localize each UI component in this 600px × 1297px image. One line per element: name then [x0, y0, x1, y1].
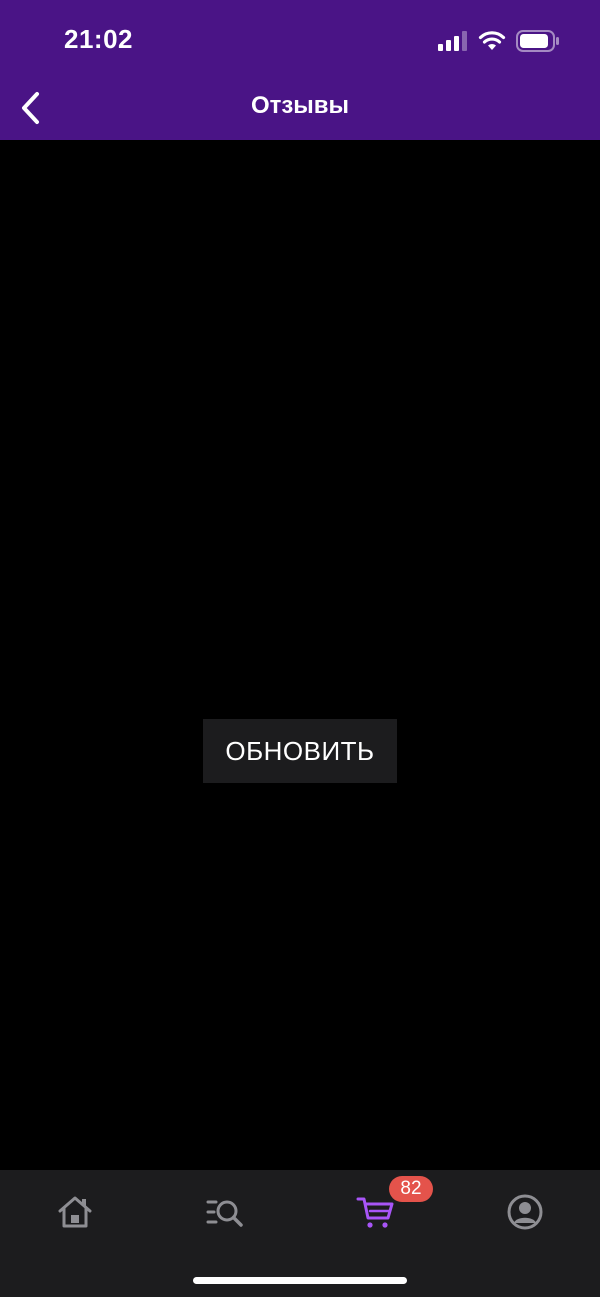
tab-bar: 82 [0, 1170, 600, 1297]
signal-icon [438, 31, 467, 51]
page-title: Отзывы [250, 92, 350, 119]
reviews-screen: 21:02 Отзывы ОБНОВИТЬ 82 [0, 0, 600, 1297]
wifi-icon [478, 31, 506, 50]
home-indicator [193, 1277, 407, 1284]
battery-icon [516, 30, 559, 52]
tab-profile[interactable] [495, 1188, 555, 1236]
cart-icon [356, 1197, 394, 1228]
header: 21:02 Отзывы [0, 0, 600, 140]
catalog-search-icon [206, 1200, 243, 1227]
reviews-content: ОБНОВИТЬ [0, 140, 600, 1170]
home-icon [58, 1196, 92, 1228]
profile-icon [507, 1194, 543, 1230]
status-bar: 21:02 [0, 0, 600, 80]
refresh-button[interactable]: ОБНОВИТЬ [203, 719, 397, 783]
tab-catalog[interactable] [195, 1188, 255, 1236]
cart-badge: 82 [389, 1176, 433, 1202]
status-time: 21:02 [64, 24, 133, 54]
nav-bar: Отзывы [0, 80, 600, 140]
status-icons [438, 28, 560, 54]
tab-home[interactable] [45, 1188, 105, 1236]
